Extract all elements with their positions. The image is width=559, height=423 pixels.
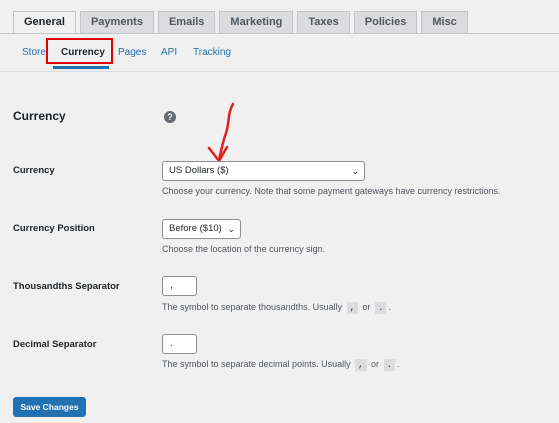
thousands-separator-description: The symbol to separate thousandths. Usua… (162, 302, 391, 314)
thousands-code-dot: . (375, 302, 387, 314)
decimal-description-text: The symbol to separate decimal points. U… (162, 359, 351, 369)
thousands-description-text: The symbol to separate thousandths. Usua… (162, 302, 343, 312)
decimal-code-dot: . (383, 359, 395, 371)
decimal-separator-input[interactable]: . (162, 334, 197, 354)
active-subnav-indicator (53, 66, 109, 69)
currency-position-description: Choose the location of the currency sign… (162, 244, 326, 254)
settings-tabs: General Payments Emails Marketing Taxes … (13, 11, 472, 34)
currency-position-label: Currency Position (13, 223, 95, 234)
decimal-description-suffix: . (396, 359, 400, 369)
thousands-separator-label: Thousandths Separator (13, 281, 120, 292)
subnav-api[interactable]: API (161, 47, 177, 58)
currency-position-select[interactable]: Before ($10) ⌄ (162, 219, 241, 239)
chevron-down-icon: ⌄ (351, 166, 359, 176)
subnav-divider (0, 71, 559, 72)
thousands-description-suffix: . (388, 302, 391, 312)
annotation-arrow-icon (207, 102, 235, 163)
decimal-code-comma: , (355, 359, 367, 371)
currency-position-select-value: Before ($10) (169, 223, 222, 234)
thousands-code-comma: , (346, 302, 359, 314)
subnav-tracking[interactable]: Tracking (193, 47, 231, 58)
annotation-highlight-box (46, 38, 113, 64)
decimal-separator-label: Decimal Separator (13, 339, 97, 350)
currency-select[interactable]: US Dollars ($) ⌄ (162, 161, 365, 181)
section-title: Currency (13, 109, 66, 123)
save-changes-button[interactable]: Save Changes (13, 397, 86, 417)
subnav-store[interactable]: Store (22, 47, 46, 58)
tab-misc[interactable]: Misc (421, 11, 468, 33)
decimal-separator-description: The symbol to separate decimal points. U… (162, 359, 400, 371)
tab-marketing[interactable]: Marketing (219, 11, 294, 33)
currency-description: Choose your currency. Note that some pay… (162, 186, 501, 196)
tab-policies[interactable]: Policies (353, 11, 418, 33)
thousands-or-word: or (362, 302, 371, 312)
question-circle-icon[interactable]: ? (164, 111, 176, 123)
tab-payments[interactable]: Payments (79, 11, 154, 33)
tab-general[interactable]: General (13, 11, 76, 34)
currency-label: Currency (13, 165, 55, 176)
tab-taxes[interactable]: Taxes (297, 11, 350, 33)
tabs-divider (0, 33, 559, 34)
thousands-separator-input[interactable]: , (162, 276, 197, 296)
chevron-down-icon: ⌄ (227, 224, 235, 234)
subnav-pages[interactable]: Pages (118, 47, 146, 58)
currency-select-value: US Dollars ($) (169, 165, 229, 176)
tab-emails[interactable]: Emails (157, 11, 216, 33)
decimal-or-word: or (371, 359, 380, 369)
